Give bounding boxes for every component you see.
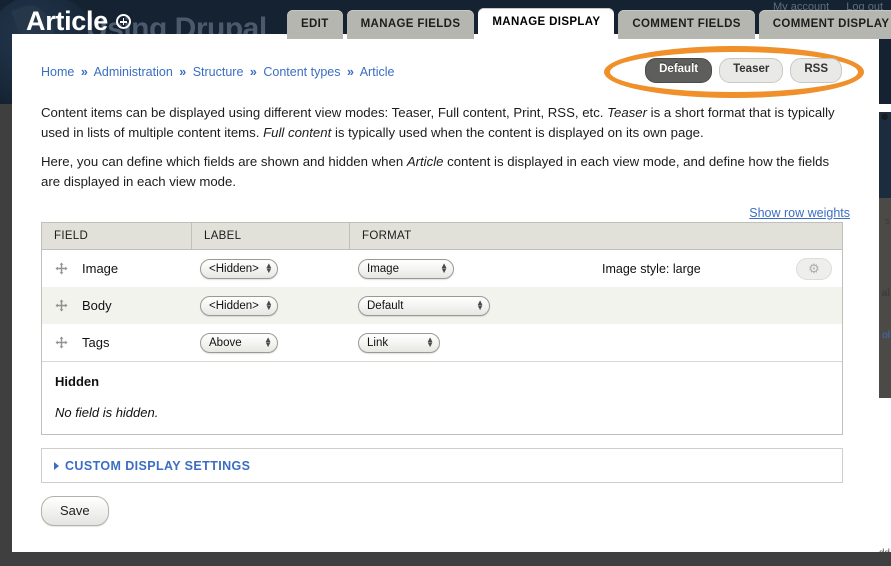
- desc2-emphasis-article: Article: [406, 154, 444, 169]
- hidden-region-title: Hidden: [55, 374, 100, 389]
- format-select-body[interactable]: Default ▲ ▼: [358, 295, 490, 316]
- stepper-arrows-icon: ▲ ▼: [476, 297, 484, 312]
- breadcrumb-item-home[interactable]: Home: [41, 65, 74, 79]
- label-select-tags[interactable]: Above ▲ ▼: [200, 332, 278, 353]
- column-header-label: LABEL: [192, 222, 350, 250]
- drag-move-icon[interactable]: [55, 299, 68, 312]
- label-select-tags-value: Above: [209, 336, 242, 349]
- gear-icon: ⚙: [808, 261, 820, 276]
- triangle-right-icon: [54, 461, 59, 470]
- manage-display-panel: Home » Administration » Structure » Cont…: [12, 34, 879, 552]
- tab-comment-fields[interactable]: COMMENT FIELDS: [618, 10, 755, 39]
- label-select-body-value: <Hidden>: [209, 299, 259, 312]
- label-select-image[interactable]: <Hidden> ▲ ▼: [200, 258, 278, 279]
- field-label-body: Body: [82, 298, 112, 313]
- format-select-tags-value: Link: [367, 336, 389, 349]
- desc1-emphasis-teaser: Teaser: [607, 105, 647, 120]
- breadcrumb-item-administration[interactable]: Administration: [94, 65, 173, 79]
- desc1-emphasis-full-content: Full content: [263, 125, 332, 141]
- save-button[interactable]: Save: [41, 496, 109, 526]
- page-root: Using Drupal My account Log out ● s al o…: [0, 0, 891, 566]
- table-row: Image <Hidden> ▲ ▼ Image ▲ ▼ Image style: …: [42, 250, 842, 287]
- cell-label-select: <Hidden> ▲ ▼: [192, 295, 350, 316]
- tab-manage-display[interactable]: MANAGE DISPLAY: [478, 8, 615, 39]
- tab-comment-display[interactable]: COMMENT DISPLAY: [758, 10, 891, 39]
- breadcrumb-item-article[interactable]: Article: [360, 65, 395, 79]
- frame-left-edge: [0, 104, 12, 566]
- breadcrumb-separator: »: [249, 65, 257, 79]
- view-mode-teaser[interactable]: Teaser: [719, 58, 784, 83]
- primary-tabs: EDIT MANAGE FIELDS MANAGE DISPLAY COMMEN…: [287, 8, 891, 39]
- breadcrumb: Home » Administration » Structure » Cont…: [41, 65, 394, 79]
- format-select-tags[interactable]: Link ▲ ▼: [358, 332, 440, 353]
- description-paragraph-1: Content items can be displayed using dif…: [41, 103, 846, 144]
- stepper-arrows-icon: ▲ ▼: [426, 334, 434, 349]
- column-header-field: FIELD: [42, 222, 192, 250]
- stepper-arrows-icon: ▲ ▼: [264, 334, 272, 349]
- background-rail-bullet: ●: [879, 108, 889, 125]
- cell-label-select: <Hidden> ▲ ▼: [192, 258, 350, 279]
- custom-display-settings-fieldset[interactable]: CUSTOM DISPLAY SETTINGS: [41, 448, 843, 483]
- cell-field-name: Tags: [42, 335, 192, 350]
- format-select-image-value: Image: [367, 262, 399, 275]
- format-select-image[interactable]: Image ▲ ▼: [358, 258, 454, 279]
- field-display-table: FIELD LABEL FORMAT Image <Hidden> ▲ ▼ Im…: [41, 222, 843, 435]
- description-paragraph-2: Here, you can define which fields are sh…: [41, 152, 846, 193]
- stepper-arrows-icon: ▲ ▼: [264, 260, 273, 275]
- desc1-part-a: Content items can be displayed using dif…: [41, 105, 608, 120]
- column-header-format: FORMAT: [362, 229, 412, 242]
- cell-field-name: Body: [42, 298, 192, 313]
- label-select-body[interactable]: <Hidden> ▲ ▼: [200, 295, 278, 316]
- table-header-row: FIELD LABEL FORMAT: [42, 222, 842, 250]
- format-settings-button-image[interactable]: ⚙: [796, 257, 832, 280]
- page-title: Article: [26, 6, 108, 36]
- background-rail-snippet-2: al: [881, 288, 890, 299]
- field-label-tags: Tags: [82, 335, 110, 350]
- background-rail-snippet-3: ol: [882, 330, 890, 341]
- label-select-image-value: <Hidden>: [209, 262, 259, 275]
- format-summary-image: Image style: large: [602, 261, 701, 276]
- cell-format-select: Default ▲ ▼: [350, 295, 842, 316]
- cell-format-select: Image ▲ ▼ Image style: large: [350, 258, 842, 279]
- frame-bottom-edge: [0, 552, 891, 566]
- tab-edit[interactable]: EDIT: [287, 10, 343, 39]
- background-rail-snippet-1: s: [885, 216, 890, 227]
- cell-label-select: Above ▲ ▼: [192, 332, 350, 353]
- drag-move-icon[interactable]: [55, 336, 68, 349]
- stepper-arrows-icon: ▲ ▼: [440, 260, 448, 275]
- desc2-part-a: Here, you can define which fields are sh…: [41, 154, 407, 169]
- table-row: Tags Above ▲ ▼ Link ▲ ▼: [42, 324, 842, 361]
- desc1-part-c: is typically used when the content is di…: [331, 125, 704, 141]
- view-mode-switcher: Default Teaser RSS: [645, 58, 842, 83]
- table-row: Body <Hidden> ▲ ▼ Default ▲ ▼: [42, 287, 842, 324]
- custom-display-settings-label: CUSTOM DISPLAY SETTINGS: [65, 458, 251, 473]
- stepper-arrows-icon: ▲ ▼: [264, 297, 273, 312]
- format-select-body-value: Default: [367, 299, 404, 312]
- overlay-title-bar: Article: [26, 8, 131, 35]
- view-mode-default[interactable]: Default: [645, 58, 713, 83]
- hidden-region-section: Hidden No field is hidden.: [42, 361, 842, 434]
- breadcrumb-item-content-types[interactable]: Content types: [263, 65, 340, 79]
- cell-field-name: Image: [42, 261, 192, 276]
- breadcrumb-separator: »: [80, 65, 88, 79]
- breadcrumb-separator: »: [179, 65, 187, 79]
- add-circle-icon[interactable]: [115, 14, 131, 29]
- tab-manage-fields[interactable]: MANAGE FIELDS: [346, 10, 475, 39]
- show-row-weights-link[interactable]: Show row weights: [749, 206, 850, 220]
- breadcrumb-item-structure[interactable]: Structure: [193, 65, 244, 79]
- field-label-image: Image: [82, 261, 119, 276]
- hidden-region-empty-message: No field is hidden.: [55, 405, 159, 420]
- drag-move-icon[interactable]: [55, 262, 68, 275]
- view-mode-rss[interactable]: RSS: [790, 58, 842, 83]
- cell-format-select: Link ▲ ▼: [350, 332, 842, 353]
- breadcrumb-separator: »: [346, 65, 354, 79]
